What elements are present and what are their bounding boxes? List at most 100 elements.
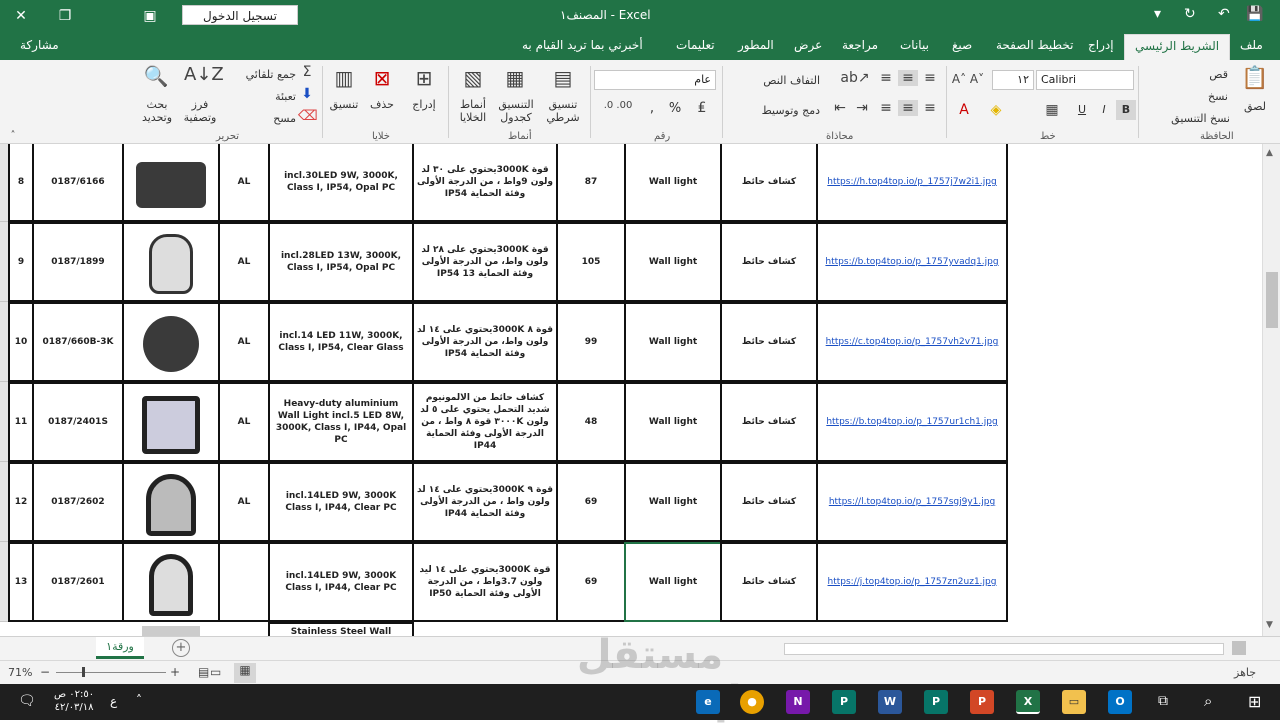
cell-mat[interactable]: AL xyxy=(218,222,270,302)
decimal-icons[interactable]: .0 .00 xyxy=(596,100,640,111)
zoom-level[interactable]: 71% xyxy=(8,666,32,679)
fill-button[interactable]: تعبئة xyxy=(236,90,296,103)
find-select-icon[interactable]: 🔍 xyxy=(142,64,170,88)
font-size-select[interactable]: ١٢ xyxy=(992,70,1034,90)
row-header[interactable] xyxy=(0,302,8,382)
cell-desc-en[interactable]: incl.14LED 9W, 3000K Class I, IP44, Clea… xyxy=(268,462,414,542)
tab-developer[interactable]: المطور xyxy=(738,38,774,52)
chrome-icon[interactable]: ● xyxy=(740,690,764,714)
file-explorer-icon[interactable]: ▭ xyxy=(1062,690,1086,714)
ribbon-display-options-icon[interactable]: ▣ xyxy=(135,4,165,28)
undo-icon[interactable]: ↶ xyxy=(1218,6,1230,22)
format-painter-button[interactable]: نسخ التنسيق xyxy=(1140,112,1230,125)
start-icon[interactable]: ⊞ xyxy=(1248,692,1261,711)
zoom-slider[interactable] xyxy=(56,672,166,673)
font-color-icon[interactable]: A xyxy=(952,102,976,118)
page-layout-view-icon[interactable]: ▭ xyxy=(210,665,221,679)
tab-help[interactable]: تعليمات xyxy=(676,38,715,52)
cell-price[interactable]: 99 xyxy=(556,302,626,382)
scroll-thumb[interactable] xyxy=(1266,272,1278,328)
cell-num[interactable]: 12 xyxy=(8,462,34,542)
notifications-icon[interactable]: 🗨 xyxy=(18,693,36,709)
cell-price[interactable]: 105 xyxy=(556,222,626,302)
language-indicator[interactable]: ع xyxy=(110,694,117,708)
cell-type-en[interactable]: Wall light xyxy=(624,542,722,622)
cell-num[interactable]: 9 xyxy=(8,222,34,302)
delete-cells-icon[interactable]: ⊠ xyxy=(368,66,396,90)
cell-mat[interactable]: AL xyxy=(218,462,270,542)
product-image-cell[interactable] xyxy=(122,302,220,382)
cell-link[interactable]: https://b.top4top.io/p_1757ur1ch1.jpg xyxy=(816,382,1008,462)
cell-desc-ar[interactable]: قوة ٨ 3000Kيحتوي على ١٤ لد ولون واط، من … xyxy=(412,302,558,382)
cell-num[interactable]: 13 xyxy=(8,542,34,622)
cell-type-ar[interactable]: كشاف حائط xyxy=(720,222,818,302)
find-select-button[interactable]: بحث وتحديد xyxy=(136,98,178,124)
product-image-cell[interactable] xyxy=(122,222,220,302)
cell-type-ar[interactable]: كشاف حائط xyxy=(720,462,818,542)
normal-view-icon[interactable]: ▦ xyxy=(234,663,256,683)
cell-desc-ar[interactable]: قوة 3000Kيحتوي على ٢٨ لد ولون واط، من ال… xyxy=(412,222,558,302)
excel-icon[interactable]: X xyxy=(1016,690,1040,714)
redo-icon[interactable]: ↻ xyxy=(1184,6,1196,22)
tab-file[interactable]: ملف xyxy=(1240,38,1263,52)
cell-type-ar[interactable]: كشاف حائط xyxy=(720,302,818,382)
percent-button[interactable]: % xyxy=(666,102,684,115)
cell-link[interactable]: https://h.top4top.io/p_1757j7w2i1.jpg xyxy=(816,144,1008,222)
wall-light-image[interactable] xyxy=(142,626,200,636)
publisher-icon[interactable]: P xyxy=(832,690,856,714)
outlook-icon[interactable]: O xyxy=(1108,690,1132,714)
cell-price[interactable]: 69 xyxy=(556,542,626,622)
cell-price[interactable]: 69 xyxy=(556,462,626,542)
row-header[interactable] xyxy=(0,222,8,302)
cell-mat[interactable]: AL xyxy=(218,302,270,382)
product-image-cell[interactable] xyxy=(122,542,220,622)
font-name-select[interactable]: Calibri xyxy=(1036,70,1134,90)
tab-view[interactable]: عرض xyxy=(794,38,822,52)
align-bottom-icon[interactable]: ≡ xyxy=(876,70,896,86)
delete-cells-button[interactable]: حذف xyxy=(366,98,398,111)
tab-data[interactable]: بيانات xyxy=(900,38,929,52)
tab-formulas[interactable]: صيغ xyxy=(952,38,972,52)
bold-button[interactable]: B xyxy=(1116,100,1136,120)
powerpoint-icon[interactable]: P xyxy=(970,690,994,714)
cell-code[interactable]: 0187/2401S xyxy=(32,382,124,462)
autosum-button[interactable]: جمع تلقائي xyxy=(236,68,296,81)
scroll-up-icon[interactable]: ▲ xyxy=(1266,148,1273,158)
save-icon[interactable]: 💾 xyxy=(1246,6,1263,22)
scroll-down-icon[interactable]: ▼ xyxy=(1266,620,1273,630)
cell-styles-button[interactable]: أنماط الخلايا xyxy=(452,98,494,124)
tell-me-search[interactable]: أخبرني بما تريد القيام به xyxy=(522,38,643,52)
cell-link[interactable]: https://b.top4top.io/p_1757yvadq1.jpg xyxy=(816,222,1008,302)
vertical-scrollbar[interactable]: ▲ ▼ xyxy=(1262,144,1280,636)
cell-type-ar[interactable]: كشاف حائط xyxy=(720,542,818,622)
accounting-format-icon[interactable]: ₤ xyxy=(690,100,714,116)
onenote-icon[interactable]: N xyxy=(786,690,810,714)
cell-type-en[interactable]: Wall light xyxy=(624,462,722,542)
wall-light-image[interactable] xyxy=(142,396,200,454)
cell-desc-en[interactable]: incl.30LED 9W, 3000K, Class I, IP54, Opa… xyxy=(268,144,414,222)
cell-mat[interactable]: AL xyxy=(218,382,270,462)
borders-icon[interactable]: ▦ xyxy=(1040,102,1064,118)
cell-link[interactable]: https://c.top4top.io/p_1757vh2v71.jpg xyxy=(816,302,1008,382)
indent-decrease-icon[interactable]: ⇤ xyxy=(830,100,850,116)
cell-num[interactable]: 10 xyxy=(8,302,34,382)
cell-mat[interactable]: AL xyxy=(218,144,270,222)
indent-increase-icon[interactable]: ⇥ xyxy=(852,100,872,116)
sheet-tab[interactable]: ورقة١ xyxy=(96,637,144,659)
wall-light-image[interactable] xyxy=(146,474,196,536)
share-button[interactable]: مشاركة xyxy=(20,38,59,52)
wall-light-image[interactable] xyxy=(149,554,193,616)
cell-link[interactable]: https://j.top4top.io/p_1757zn2uz1.jpg xyxy=(816,542,1008,622)
sort-filter-icon[interactable]: A↓Z xyxy=(184,64,224,85)
word-icon[interactable]: W xyxy=(878,690,902,714)
add-sheet-icon[interactable]: + xyxy=(172,639,190,657)
cell-desc-ar[interactable]: قوة 3000Kيحتوي على ٣٠ لد ولون 9واط ، من … xyxy=(412,144,558,222)
zoom-out-icon[interactable]: − xyxy=(40,665,50,679)
cell-num[interactable]: 11 xyxy=(8,382,34,462)
align-center-icon[interactable]: ≡ xyxy=(898,100,918,116)
product-image-cell[interactable] xyxy=(122,462,220,542)
task-view-icon[interactable]: ⧉ xyxy=(1158,693,1168,709)
publisher-icon-2[interactable]: P xyxy=(924,690,948,714)
cut-button[interactable]: قص xyxy=(1168,68,1228,81)
fill-color-icon[interactable]: ◈ xyxy=(984,102,1008,118)
